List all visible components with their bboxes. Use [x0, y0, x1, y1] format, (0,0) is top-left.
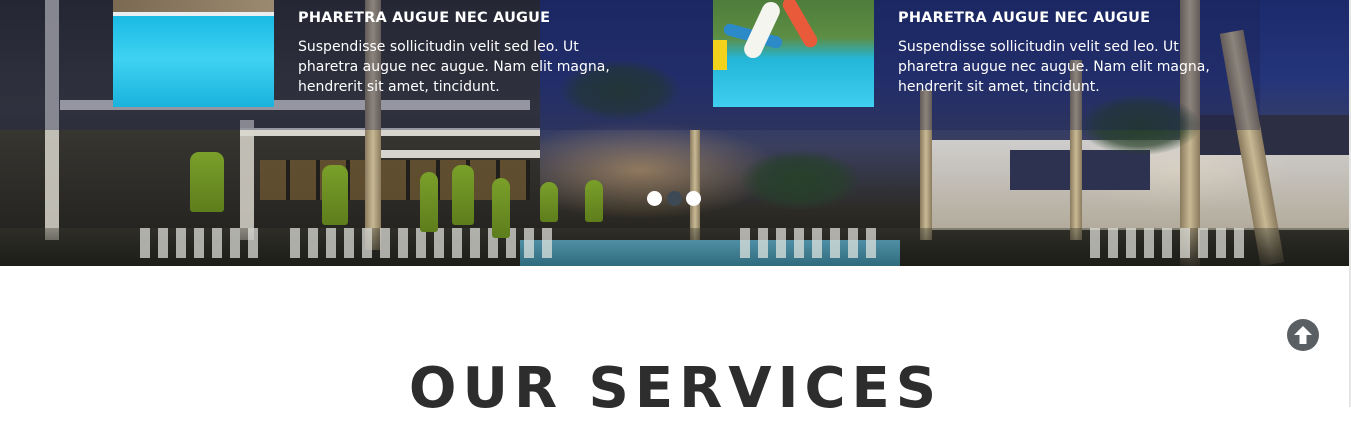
slide-title[interactable]: PHARETRA AUGUE NEC AUGUE [898, 10, 1150, 26]
patio-chairs [1090, 228, 1250, 258]
back-to-top-button[interactable] [1287, 319, 1319, 351]
section-title: OUR SERVICES [408, 356, 943, 421]
pool-photo[interactable] [113, 0, 274, 107]
patio-chairs [290, 228, 560, 258]
hero-banner: PHARETRA AUGUE NEC AUGUE Suspendisse sol… [0, 0, 1351, 266]
arrow-up-circle-icon [1294, 326, 1312, 344]
umbrella [540, 182, 558, 222]
umbrella [452, 165, 474, 225]
umbrella [585, 180, 603, 222]
slide-title[interactable]: PHARETRA AUGUE NEC AUGUE [298, 10, 550, 26]
building-pillar [240, 120, 254, 240]
umbrella [190, 152, 224, 212]
pool-edge [113, 12, 274, 16]
palm-trunk [690, 130, 700, 240]
palm-leaves [740, 150, 860, 210]
slider-pager [647, 191, 703, 207]
waterslide-photo[interactable] [713, 0, 874, 107]
pager-dot-2[interactable] [667, 191, 682, 206]
slide-text: Suspendisse sollicitudin velit sed leo. … [298, 39, 610, 95]
lit-windows [260, 160, 530, 200]
patio-chairs [140, 228, 260, 258]
slide-tube [780, 0, 820, 50]
umbrella [492, 178, 510, 238]
slide-tube [713, 40, 727, 70]
pager-dot-3[interactable] [686, 191, 701, 206]
umbrella [322, 165, 348, 225]
patio-chairs [740, 228, 880, 258]
balcony-band [380, 150, 540, 158]
umbrella [420, 172, 438, 232]
slide-text: Suspendisse sollicitudin velit sed leo. … [898, 39, 1210, 95]
pager-dot-1[interactable] [647, 191, 662, 206]
